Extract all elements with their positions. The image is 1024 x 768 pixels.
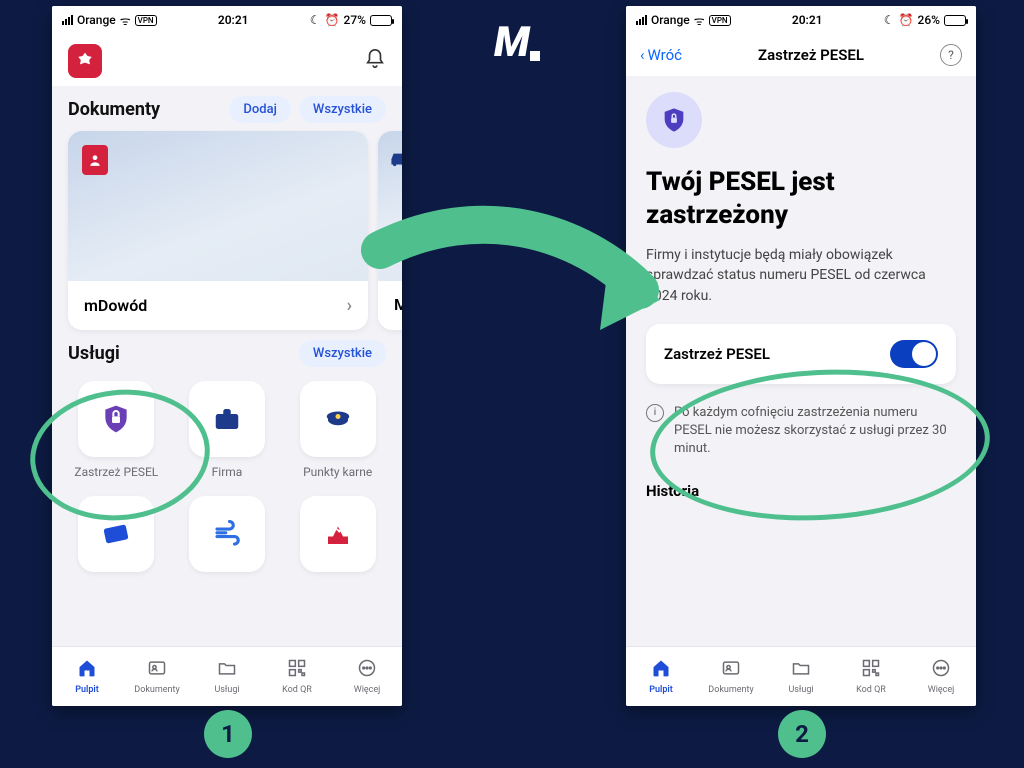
tab-wiecej[interactable]: Więcej <box>906 647 976 706</box>
help-button[interactable]: ? <box>940 44 962 66</box>
status-description: Firmy i instytucje będą miały obowiązek … <box>646 245 956 306</box>
card-icon <box>101 519 131 549</box>
service-tile-6[interactable] <box>289 496 386 572</box>
document-name: mDowód <box>84 296 147 315</box>
tab-pulpit[interactable]: Pulpit <box>626 647 696 706</box>
clock: 20:21 <box>792 13 823 27</box>
signal-icon <box>636 15 647 25</box>
step-badge-2: 2 <box>778 710 826 758</box>
documents-title: Dokumenty <box>68 99 160 120</box>
tab-kod-qr[interactable]: Kod QR <box>836 647 906 706</box>
battery-percent: 26% <box>918 13 940 27</box>
clock: 20:21 <box>218 13 249 27</box>
documents-header: Dokumenty Dodaj Wszystkie <box>52 86 402 131</box>
service-firma[interactable]: Firma <box>179 381 276 480</box>
carrier-label: Orange <box>77 13 116 27</box>
document-card-mdowod[interactable]: mDowód › <box>68 131 368 330</box>
folder-icon <box>217 658 237 683</box>
notifications-button[interactable] <box>364 48 386 75</box>
service-tile-4[interactable] <box>68 496 165 572</box>
documents-carousel[interactable]: mDowód › Moje <box>52 131 402 330</box>
id-icon <box>721 658 741 683</box>
add-document-button[interactable]: Dodaj <box>229 96 290 123</box>
brand-logo: M <box>494 18 540 67</box>
tab-pulpit[interactable]: Pulpit <box>52 647 122 706</box>
tab-dokumenty[interactable]: Dokumenty <box>696 647 766 706</box>
services-grid-row2 <box>52 490 402 572</box>
more-icon <box>357 658 377 683</box>
history-heading: Historia <box>646 482 956 500</box>
qr-icon <box>287 658 307 683</box>
all-documents-button[interactable]: Wszystkie <box>299 96 386 123</box>
shield-lock-icon <box>646 92 702 148</box>
service-punkty-karne[interactable]: Punkty karne <box>289 381 386 480</box>
tab-kod-qr[interactable]: Kod QR <box>262 647 332 706</box>
phone-screen-2: Orange ᯤ VPN 20:21 ☾ ⏰ 26% ‹ Wróć Zastrz… <box>626 6 976 706</box>
wifi-icon: ᯤ <box>694 12 705 29</box>
tab-bar: Pulpit Dokumenty Usługi Kod QR Więcej <box>52 646 402 706</box>
status-bar: Orange ᯤ VPN 20:21 ☾ ⏰ 27% <box>52 6 402 34</box>
tab-wiecej[interactable]: Więcej <box>332 647 402 706</box>
qr-icon <box>861 658 881 683</box>
toggle-label: Zastrzeż PESEL <box>664 345 770 363</box>
vpn-badge: VPN <box>135 15 157 26</box>
status-bar: Orange ᯤ VPN 20:21 ☾ ⏰ 26% <box>626 6 976 34</box>
switch-knob <box>912 342 936 366</box>
alarm-icon: ⏰ <box>899 13 914 27</box>
vpn-badge: VPN <box>709 15 731 26</box>
tab-dokumenty[interactable]: Dokumenty <box>122 647 192 706</box>
wind-icon <box>212 519 242 549</box>
folder-icon <box>791 658 811 683</box>
info-icon: i <box>646 404 664 422</box>
dnd-moon-icon: ☾ <box>884 13 895 27</box>
service-zastrzez-pesel[interactable]: Zastrzeż PESEL <box>68 381 165 480</box>
home-icon <box>651 658 671 683</box>
pesel-toggle[interactable] <box>890 340 938 368</box>
app-emblem-icon[interactable] <box>68 44 102 78</box>
id-card-icon <box>82 145 108 175</box>
nav-bar: ‹ Wróć Zastrzeż PESEL ? <box>626 34 976 76</box>
signal-icon <box>62 15 73 25</box>
more-icon <box>931 658 951 683</box>
pesel-toggle-row: Zastrzeż PESEL <box>646 324 956 384</box>
dnd-moon-icon: ☾ <box>310 13 321 27</box>
services-grid: Zastrzeż PESEL Firma Punkty karne <box>52 375 402 480</box>
briefcase-icon <box>212 404 242 434</box>
alarm-icon: ⏰ <box>325 13 340 27</box>
tab-uslugi[interactable]: Usługi <box>192 647 262 706</box>
tab-uslugi[interactable]: Usługi <box>766 647 836 706</box>
home-icon <box>77 658 97 683</box>
phone-screen-1: Orange ᯤ VPN 20:21 ☾ ⏰ 27% Dokumenty Dod… <box>52 6 402 706</box>
wifi-icon: ᯤ <box>120 12 131 29</box>
step-badge-1: 1 <box>204 710 252 758</box>
chevron-right-icon: › <box>347 295 352 316</box>
ballot-icon <box>323 519 353 549</box>
services-header: Usługi Wszystkie <box>52 330 402 375</box>
chevron-left-icon: ‹ <box>640 46 645 64</box>
services-title: Usługi <box>68 343 120 364</box>
carrier-label: Orange <box>651 13 690 27</box>
status-heading: Twój PESEL jest zastrzeżony <box>646 166 956 231</box>
battery-icon <box>944 15 966 26</box>
shield-lock-icon <box>100 403 132 435</box>
document-card-next[interactable]: Moje <box>378 131 402 330</box>
service-tile-5[interactable] <box>179 496 276 572</box>
all-services-button[interactable]: Wszystkie <box>299 340 386 367</box>
document-name-peek: Moje <box>394 295 402 314</box>
back-button[interactable]: ‹ Wróć <box>640 46 682 64</box>
police-cap-icon <box>323 404 353 434</box>
page-title: Zastrzeż PESEL <box>758 46 864 64</box>
info-note: i Po każdym cofnięciu zastrzeżenia numer… <box>646 404 956 459</box>
app-header <box>52 34 402 86</box>
tab-bar: Pulpit Dokumenty Usługi Kod QR Więcej <box>626 646 976 706</box>
car-icon <box>386 145 402 177</box>
battery-percent: 27% <box>344 13 366 27</box>
battery-icon <box>370 15 392 26</box>
id-icon <box>147 658 167 683</box>
